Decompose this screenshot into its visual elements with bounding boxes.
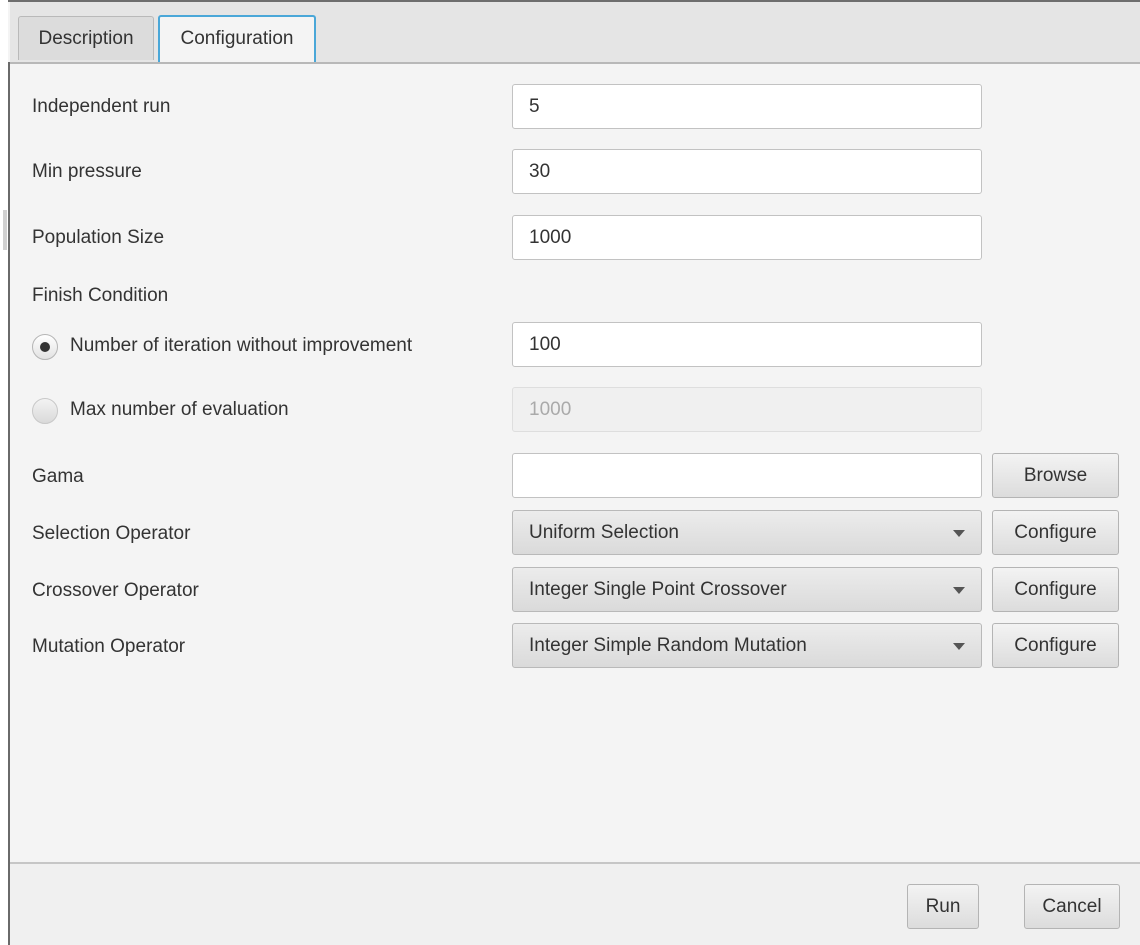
mutation-configure-button[interactable]: Configure xyxy=(992,623,1119,668)
selection-operator-select[interactable]: Uniform Selection xyxy=(512,510,982,555)
iterations-radio[interactable] xyxy=(32,334,58,360)
mutation-operator-select[interactable]: Integer Simple Random Mutation xyxy=(512,623,982,668)
independent-run-input[interactable]: 5 xyxy=(512,84,982,129)
browse-button[interactable]: Browse xyxy=(992,453,1119,498)
tab-configuration[interactable]: Configuration xyxy=(158,15,316,62)
mutation-operator-label: Mutation Operator xyxy=(32,636,186,657)
iterations-option-label[interactable]: Number of iteration without improvement xyxy=(70,335,412,357)
independent-run-label: Independent run xyxy=(32,96,171,117)
chevron-down-icon xyxy=(953,530,965,537)
radio-selected-dot xyxy=(40,342,50,352)
min-pressure-input[interactable]: 30 xyxy=(512,149,982,194)
crossover-operator-select[interactable]: Integer Single Point Crossover xyxy=(512,567,982,612)
evaluations-radio[interactable] xyxy=(32,398,58,424)
evaluations-option-label[interactable]: Max number of evaluation xyxy=(70,399,289,421)
population-size-label: Population Size xyxy=(32,227,165,248)
dialog-window: Description Configuration Independent ru… xyxy=(0,0,1140,945)
chevron-down-icon xyxy=(953,643,965,650)
population-size-input[interactable]: 1000 xyxy=(512,215,982,260)
gama-input[interactable] xyxy=(512,453,982,498)
chevron-down-icon xyxy=(953,587,965,594)
selection-operator-label: Selection Operator xyxy=(32,523,191,544)
iterations-input[interactable]: 100 xyxy=(512,322,982,367)
tab-description[interactable]: Description xyxy=(18,16,154,60)
mutation-operator-value: Integer Simple Random Mutation xyxy=(529,635,807,656)
cancel-button[interactable]: Cancel xyxy=(1024,884,1120,929)
selection-operator-value: Uniform Selection xyxy=(529,522,679,543)
crossover-operator-label: Crossover Operator xyxy=(32,580,199,601)
selection-configure-button[interactable]: Configure xyxy=(992,510,1119,555)
min-pressure-label: Min pressure xyxy=(32,161,142,182)
window-left-margin xyxy=(0,0,8,945)
crossover-operator-value: Integer Single Point Crossover xyxy=(529,579,787,600)
splitter-handle[interactable] xyxy=(3,210,7,250)
run-button[interactable]: Run xyxy=(907,884,979,929)
evaluations-input: 1000 xyxy=(512,387,982,432)
gama-label: Gama xyxy=(32,466,84,487)
crossover-configure-button[interactable]: Configure xyxy=(992,567,1119,612)
finish-condition-label: Finish Condition xyxy=(32,285,169,306)
